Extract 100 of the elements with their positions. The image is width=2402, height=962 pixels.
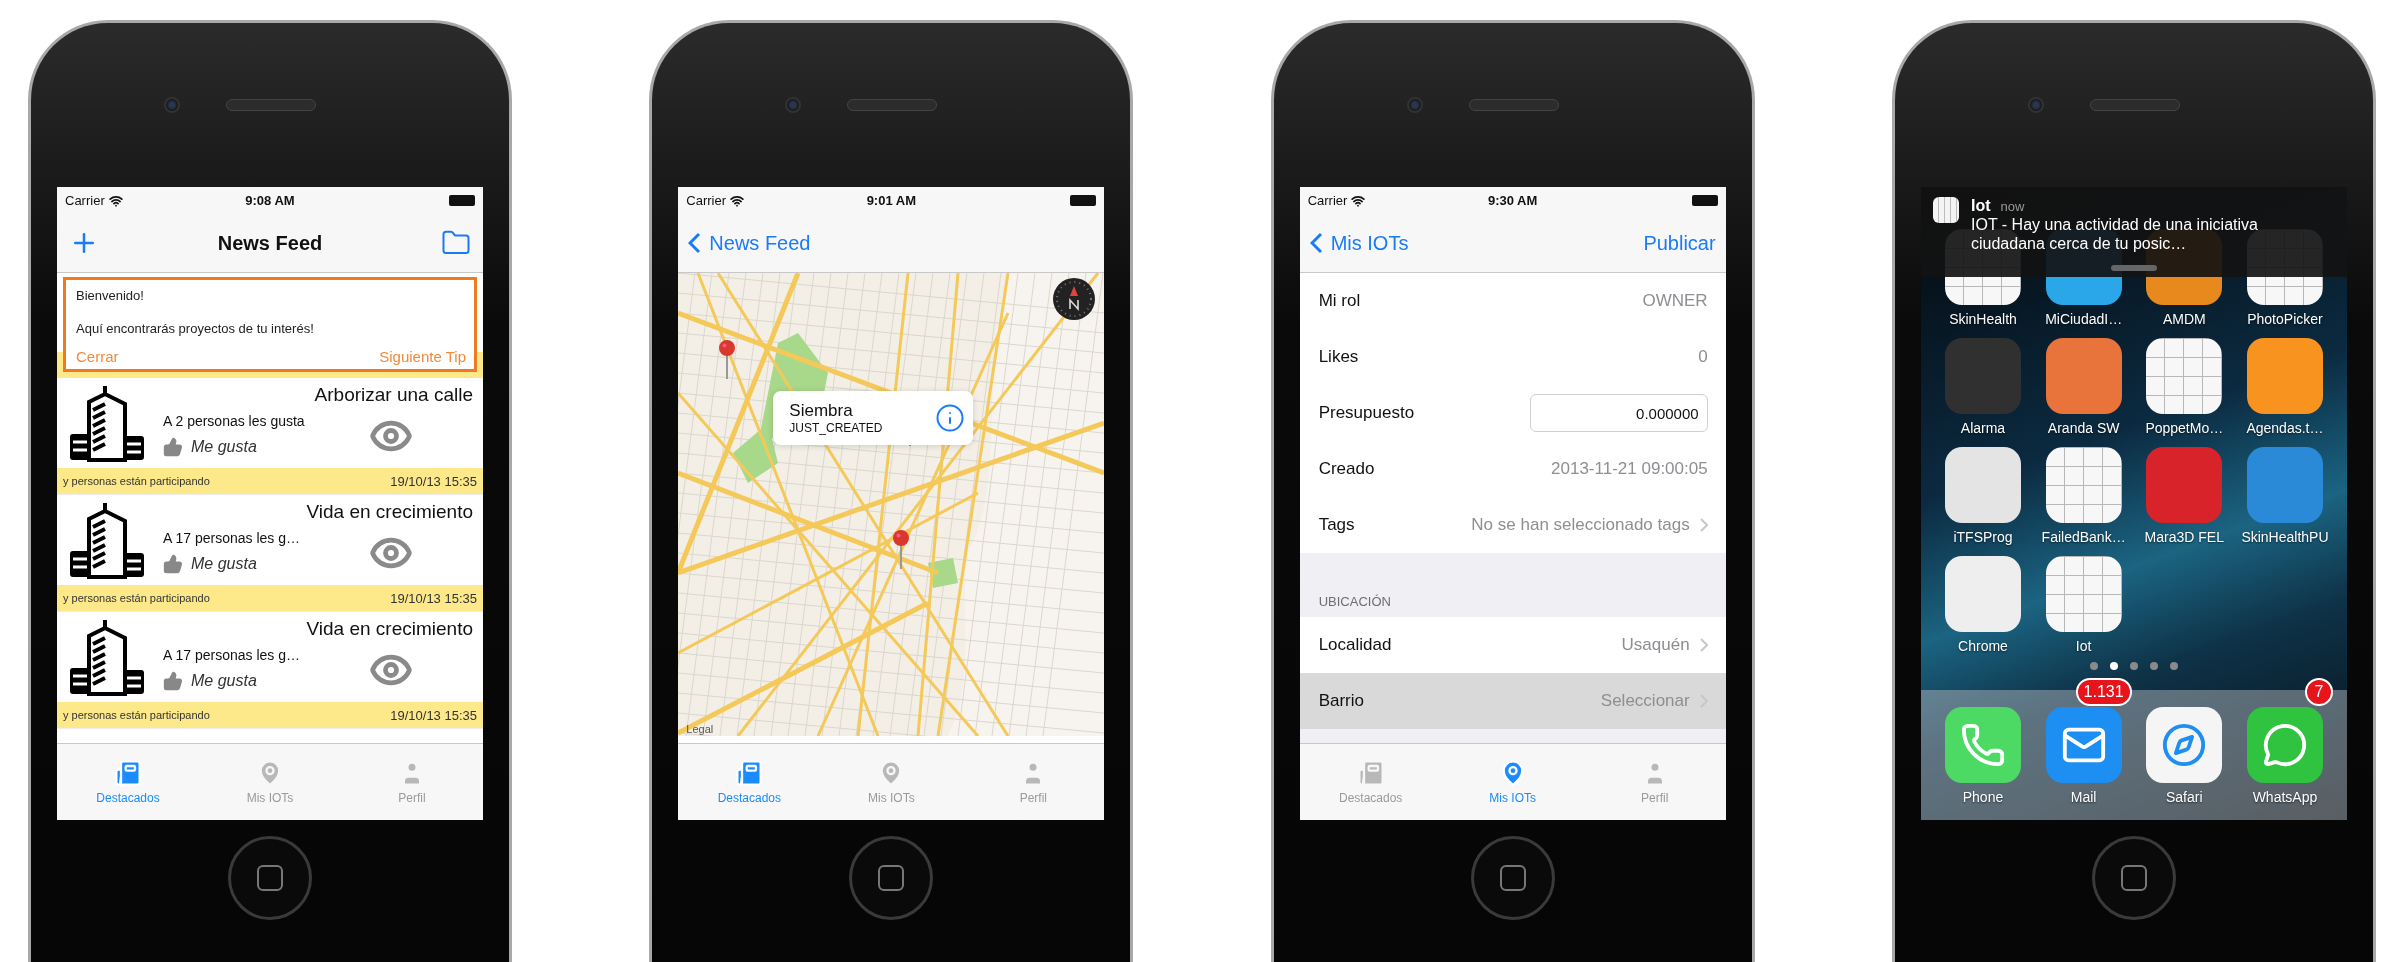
callout-status: JUST_CREATED bbox=[789, 421, 883, 435]
row-value: Usaquén bbox=[1621, 635, 1690, 655]
app-label: iTFSProg bbox=[1953, 529, 2013, 545]
tab[interactable]: Perfil bbox=[341, 744, 483, 820]
park-area bbox=[928, 558, 959, 588]
building-icon bbox=[67, 618, 147, 698]
tip-button[interactable]: Siguiente Tip bbox=[379, 348, 466, 365]
like-button[interactable]: Me gusta bbox=[191, 555, 257, 573]
battery-icon bbox=[1070, 195, 1097, 206]
app-label: Alarma bbox=[1960, 420, 2006, 436]
compass-icon[interactable] bbox=[1052, 277, 1097, 321]
callout-title: Siembra bbox=[789, 401, 854, 421]
row-label: Likes bbox=[1318, 347, 1359, 367]
app-label: PoppetMo… bbox=[2145, 420, 2224, 436]
building-icon bbox=[67, 501, 147, 581]
app-label: FailedBank… bbox=[2041, 529, 2126, 545]
notification-toast[interactable]: Iot now IOT - Hay una actividad de una iniciativa ciudadana cerca de tu posic… bbox=[1921, 187, 2347, 277]
tab[interactable]: Mis IOTs bbox=[820, 744, 963, 820]
tab[interactable]: Mis IOTs bbox=[199, 744, 341, 820]
chevron-icon bbox=[1699, 638, 1708, 652]
status-time: 9:01 AM bbox=[866, 193, 916, 208]
app-label: WhatsApp bbox=[2252, 789, 2318, 805]
row-label: Creado bbox=[1318, 459, 1375, 479]
thumbs-up-icon bbox=[163, 554, 183, 574]
back-chevron-icon bbox=[688, 232, 702, 254]
card-title: Vida en crecimiento bbox=[306, 501, 473, 523]
grabber-handle[interactable] bbox=[2111, 265, 2157, 271]
app-label: Chrome bbox=[1958, 638, 2008, 654]
app-icon[interactable] bbox=[2045, 556, 2122, 632]
app-icon[interactable] bbox=[1945, 556, 2021, 632]
map-callout[interactable]: Siembra JUST_CREATED bbox=[773, 391, 974, 445]
back-chevron-icon bbox=[1309, 232, 1323, 254]
row-value: OWNER bbox=[1642, 291, 1708, 311]
tip-message: Aquí encontrarás proyectos de tu interés! bbox=[76, 321, 315, 336]
feed-card[interactable]: Vida en crecimiento A 17 personas les g… Me gusta y personas están participando 19/10/13 15:35 bbox=[57, 612, 483, 729]
page-dot[interactable] bbox=[2170, 662, 2178, 670]
map-pin-icon[interactable] bbox=[718, 339, 737, 379]
app-label: MiCiudadI… bbox=[2045, 311, 2123, 327]
card-date: 19/10/13 15:35 bbox=[390, 590, 477, 606]
app-label: Mara3D FEL bbox=[2144, 529, 2224, 545]
card-date: 19/10/13 15:35 bbox=[390, 707, 477, 723]
likes-count: A 17 personas les g… bbox=[163, 647, 300, 663]
back-button[interactable]: News Feed bbox=[688, 231, 811, 255]
app-icon[interactable] bbox=[1945, 447, 2021, 523]
row-value: Seleccionar bbox=[1600, 691, 1690, 711]
form-row[interactable]: Barrio Seleccionar bbox=[1299, 673, 1726, 729]
map-pin-icon[interactable] bbox=[892, 529, 911, 569]
tab[interactable]: Mis IOTs bbox=[1441, 744, 1584, 820]
row-label: Mi rol bbox=[1318, 291, 1361, 311]
wifi-icon bbox=[730, 193, 745, 208]
row-label: Localidad bbox=[1318, 635, 1392, 655]
status-time: 9:08 AM bbox=[245, 193, 295, 208]
row-value: 2013-11-21 09:00:05 bbox=[1551, 459, 1708, 479]
wifi-icon bbox=[1351, 193, 1366, 208]
battery-icon bbox=[449, 195, 475, 206]
info-icon[interactable] bbox=[935, 403, 966, 433]
row-label: Presupuesto bbox=[1318, 403, 1415, 423]
tip-button[interactable]: Cerrar bbox=[76, 348, 119, 365]
form-row[interactable]: Tags No se han seleccionado tags bbox=[1299, 497, 1726, 553]
likes-count: A 2 personas les gusta bbox=[163, 413, 305, 429]
back-button[interactable]: Mis IOTs bbox=[1309, 231, 1409, 255]
app-label: Phone bbox=[1962, 789, 2004, 805]
page-dot[interactable] bbox=[2090, 662, 2098, 670]
publish-button[interactable]: Publicar bbox=[1643, 231, 1716, 255]
building-icon bbox=[67, 384, 147, 464]
participants-text: y personas están participando bbox=[63, 592, 210, 604]
like-button[interactable]: Me gusta bbox=[191, 438, 257, 456]
tab[interactable]: Destacados bbox=[1299, 744, 1442, 820]
chevron-icon bbox=[1699, 518, 1708, 532]
app-icon[interactable] bbox=[2045, 447, 2122, 523]
camera-lens bbox=[785, 97, 802, 113]
notification-badge: 1.131 bbox=[2075, 678, 2132, 706]
tab[interactable]: Destacados bbox=[57, 744, 199, 820]
page-dot[interactable] bbox=[2110, 662, 2118, 670]
tab[interactable]: Perfil bbox=[962, 744, 1105, 820]
form-row[interactable]: Localidad Usaquén bbox=[1299, 617, 1726, 673]
app-icon[interactable] bbox=[2246, 338, 2323, 414]
app-label: Agendas.t… bbox=[2246, 420, 2324, 436]
app-label: SkinHealth bbox=[1949, 311, 2017, 327]
compass-icon bbox=[2161, 722, 2208, 768]
app-label: SkinHealthPU bbox=[2241, 529, 2329, 545]
participants-text: y personas están participando bbox=[63, 475, 210, 487]
page-dot[interactable] bbox=[2150, 662, 2158, 670]
row-label: Tags bbox=[1318, 515, 1355, 535]
card-title: Arborizar una calle bbox=[314, 384, 473, 406]
page-dot[interactable] bbox=[2130, 662, 2138, 670]
feed-card[interactable]: Vida en crecimiento A 17 personas les g… Me gusta y personas están participando 19/10/13 15:35 bbox=[57, 495, 483, 612]
app-icon[interactable] bbox=[2146, 338, 2223, 414]
legal-link[interactable]: Legal bbox=[686, 723, 714, 735]
app-icon bbox=[1933, 197, 1959, 223]
carrier-label: Carrier bbox=[1307, 193, 1348, 208]
like-button[interactable]: Me gusta bbox=[191, 672, 257, 690]
card-title: Vida en crecimiento bbox=[306, 618, 473, 640]
tab[interactable]: Perfil bbox=[1583, 744, 1726, 820]
phone-icon bbox=[1960, 722, 2006, 768]
tab[interactable]: Destacados bbox=[678, 744, 821, 820]
thumbs-up-icon bbox=[163, 437, 183, 457]
budget-field[interactable]: 0.000000 bbox=[1529, 394, 1708, 432]
feed-card[interactable]: Arborizar una calle A 2 personas les gusta Me gusta y personas están participando 19/10/13 15:35 bbox=[57, 378, 483, 495]
row-value: No se han seleccionado tags bbox=[1471, 515, 1690, 535]
